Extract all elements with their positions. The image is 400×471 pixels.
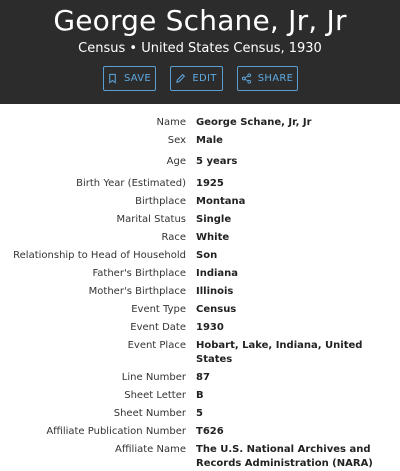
detail-value: Census: [196, 304, 237, 315]
detail-label: Birth Year (Estimated): [76, 178, 186, 189]
detail-value: 5: [196, 408, 203, 419]
detail-row-sheet-letter: Sheet Letter B: [0, 389, 400, 403]
detail-label: Event Date: [130, 322, 186, 333]
detail-label: Relationship to Head of Household: [13, 250, 186, 261]
detail-value: Son: [196, 250, 218, 261]
share-icon: [241, 73, 251, 84]
detail-value: Indiana: [196, 268, 239, 279]
detail-label: Marital Status: [116, 214, 186, 225]
detail-value: Hobart, Lake, Indiana, United States: [196, 340, 363, 365]
edit-button[interactable]: EDIT: [169, 66, 223, 91]
detail-label: Event Type: [131, 304, 186, 315]
detail-value: B: [196, 390, 204, 401]
detail-label: Line Number: [121, 372, 186, 383]
detail-label: Name: [156, 117, 186, 128]
detail-value: T626: [196, 426, 224, 437]
detail-row-line-number: Line Number 87: [0, 371, 400, 385]
detail-label: Affiliate Publication Number: [46, 426, 186, 437]
detail-label: Race: [161, 232, 186, 243]
detail-value: Single: [196, 214, 232, 225]
detail-row-race: Race White: [0, 231, 400, 245]
detail-label: Birthplace: [135, 196, 186, 207]
action-bar: SAVE EDIT SHARE: [0, 66, 400, 91]
record-details: Name George Schane, Jr, Jr Sex Male Age …: [0, 104, 400, 471]
detail-row-affiliate-name: Affiliate Name The U.S. National Archive…: [0, 443, 400, 471]
record-subtitle: Census • United States Census, 1930: [78, 41, 322, 56]
page-title: George Schane, Jr, Jr: [53, 4, 347, 37]
detail-row-age: Age 5 years: [0, 155, 400, 169]
detail-row-sex: Sex Male: [0, 134, 400, 148]
save-button-label: SAVE: [123, 73, 152, 84]
detail-value: 1930: [196, 322, 224, 333]
detail-label: Sheet Letter: [124, 390, 186, 401]
detail-value: White: [196, 232, 230, 243]
detail-row-sheet-number: Sheet Number 5: [0, 407, 400, 421]
detail-row-fathers-birthplace: Father's Birthplace Indiana: [0, 267, 400, 281]
detail-label: Sex: [167, 135, 186, 146]
detail-label: Age: [166, 156, 186, 167]
detail-value: The U.S. National Archives and Records A…: [196, 444, 373, 469]
detail-value: Illinois: [196, 286, 234, 297]
detail-value: George Schane, Jr, Jr: [196, 117, 312, 128]
detail-label: Sheet Number: [113, 408, 186, 419]
detail-label: Affiliate Name: [115, 444, 186, 455]
detail-value: Male: [196, 135, 223, 146]
save-button[interactable]: SAVE: [102, 66, 156, 91]
detail-value: 1925: [196, 178, 224, 189]
detail-row-birthplace: Birthplace Montana: [0, 195, 400, 209]
detail-value: 87: [196, 372, 210, 383]
detail-label: Mother's Birthplace: [88, 286, 186, 297]
detail-row-event-date: Event Date 1930: [0, 321, 400, 335]
detail-row-relationship: Relationship to Head of Household Son: [0, 249, 400, 263]
detail-value: 5 years: [196, 156, 238, 167]
detail-row-name: Name George Schane, Jr, Jr: [0, 116, 400, 130]
detail-row-event-place: Event Place Hobart, Lake, Indiana, Unite…: [0, 339, 400, 367]
record-header: George Schane, Jr, Jr Census • United St…: [0, 0, 400, 104]
share-button[interactable]: SHARE: [236, 66, 298, 91]
detail-row-marital-status: Marital Status Single: [0, 213, 400, 227]
detail-value: Montana: [196, 196, 246, 207]
edit-button-label: EDIT: [192, 73, 217, 84]
share-button-label: SHARE: [257, 73, 294, 84]
detail-row-event-type: Event Type Census: [0, 303, 400, 317]
detail-row-mothers-birthplace: Mother's Birthplace Illinois: [0, 285, 400, 299]
pencil-icon: [176, 73, 186, 83]
detail-row-birth-year: Birth Year (Estimated) 1925: [0, 177, 400, 191]
detail-label: Event Place: [127, 340, 186, 351]
bookmark-icon: [109, 73, 116, 84]
detail-row-affiliate-publication-number: Affiliate Publication Number T626: [0, 425, 400, 439]
detail-label: Father's Birthplace: [92, 268, 186, 279]
